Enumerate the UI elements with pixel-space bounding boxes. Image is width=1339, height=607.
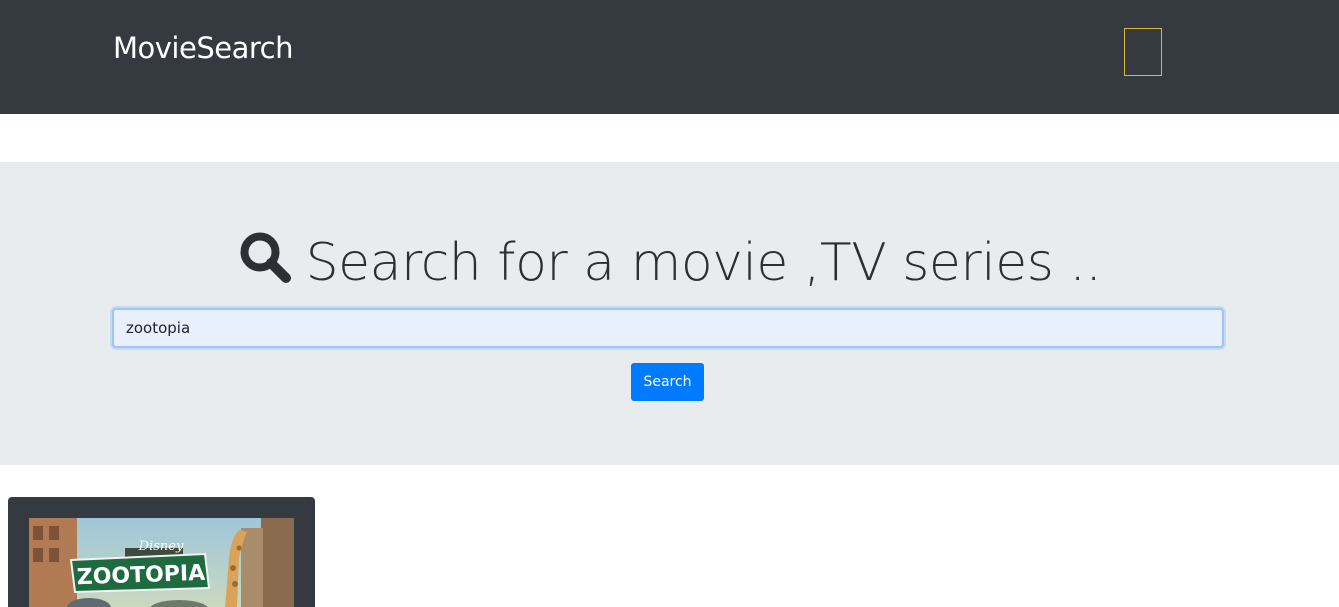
poster-artwork: ZOOTOPIA Disney bbox=[29, 518, 294, 607]
navbar: MovieSearch bbox=[0, 0, 1339, 114]
search-icon bbox=[240, 232, 291, 283]
movie-poster-image[interactable]: ZOOTOPIA Disney bbox=[29, 518, 294, 607]
poster-title-text: ZOOTOPIA bbox=[76, 561, 205, 590]
search-input[interactable] bbox=[112, 308, 1224, 348]
search-heading-text: Search for a movie ,TV series .. bbox=[305, 233, 1102, 293]
poster-brand-text: Disney bbox=[138, 539, 184, 554]
movie-result-card[interactable]: ZOOTOPIA Disney bbox=[8, 497, 315, 607]
brand-link[interactable]: MovieSearch bbox=[113, 28, 293, 68]
menu-toggler-button[interactable] bbox=[1124, 28, 1162, 76]
search-heading: Search for a movie ,TV series .. bbox=[0, 230, 1339, 296]
search-jumbotron: Search for a movie ,TV series .. Search bbox=[0, 162, 1339, 465]
search-button[interactable]: Search bbox=[631, 363, 704, 401]
